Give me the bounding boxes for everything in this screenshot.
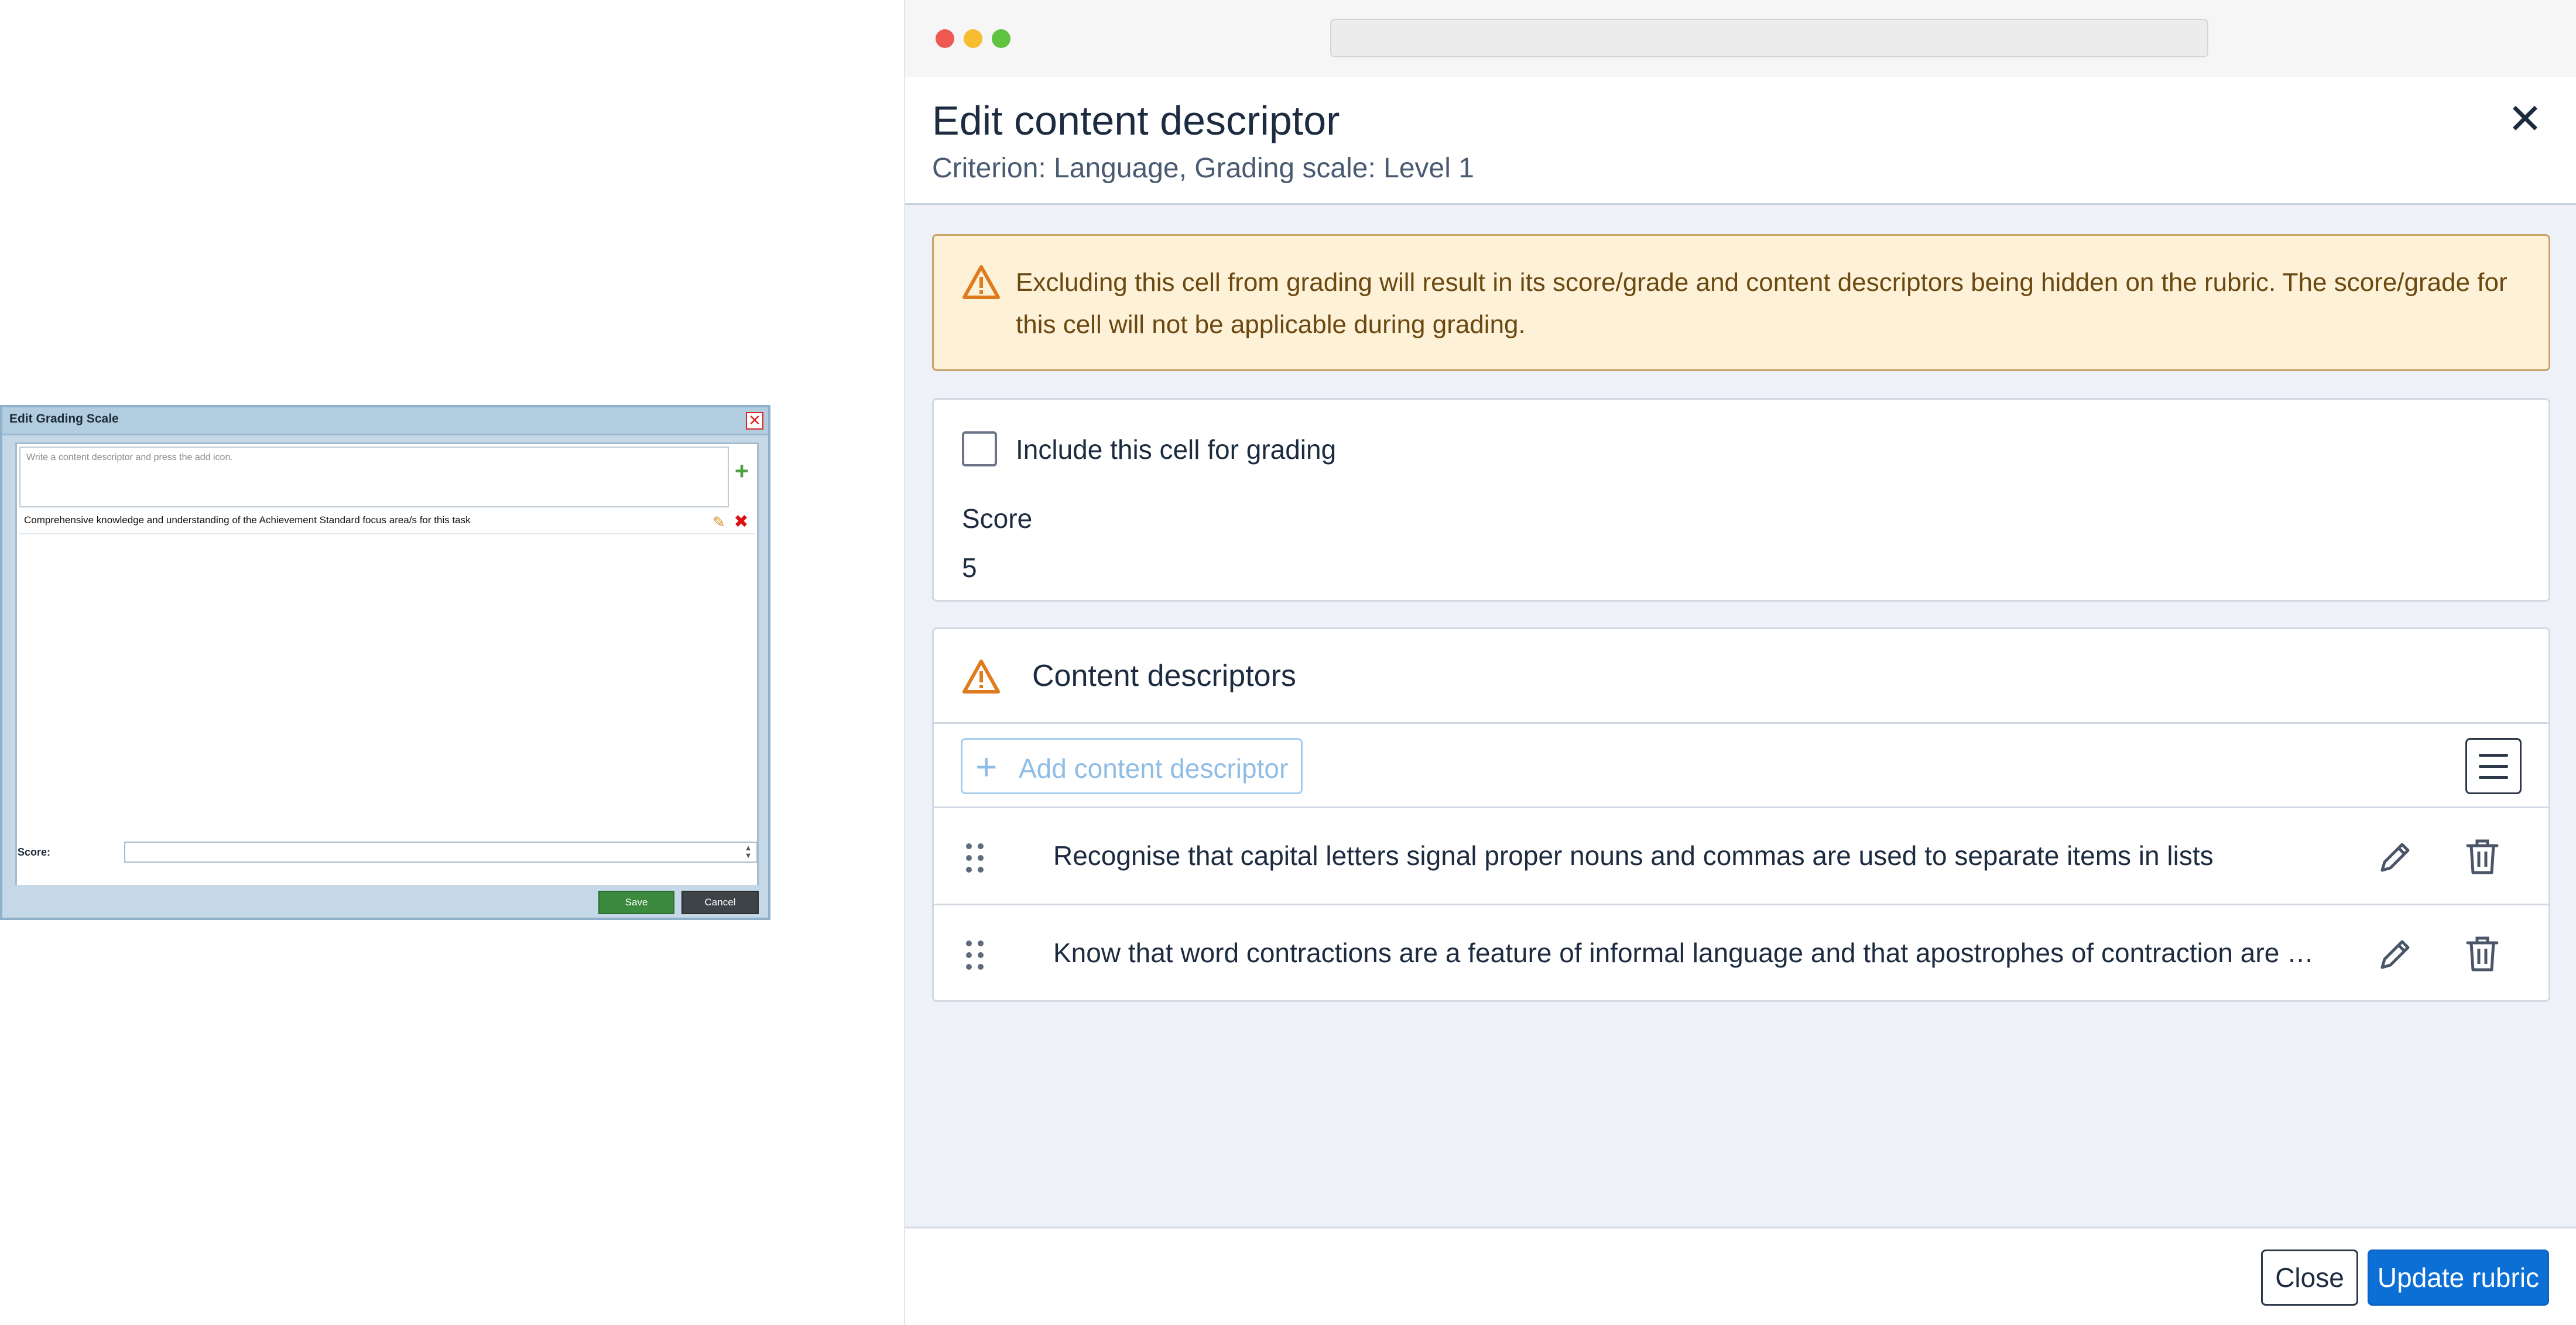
legacy-descriptor-input[interactable]: Write a content descriptor and press the… — [19, 447, 729, 507]
score-label: Score — [962, 503, 1033, 534]
descriptor-row: Know that word contractions are a featur… — [934, 905, 2548, 1003]
hamburger-icon — [2479, 765, 2508, 768]
modal-title: Edit content descriptor — [932, 98, 1340, 143]
hamburger-icon — [2479, 776, 2508, 779]
drag-handle-icon[interactable] — [964, 842, 985, 874]
include-grading-label[interactable]: Include this cell for grading — [1016, 434, 1336, 465]
hamburger-icon — [2479, 754, 2508, 757]
modal-footer: Close Update rubric — [905, 1227, 2576, 1325]
update-rubric-button[interactable]: Update rubric — [2368, 1250, 2549, 1306]
trash-icon[interactable] — [2464, 935, 2500, 973]
legacy-delete-icon[interactable]: ✖ — [732, 513, 750, 531]
legacy-spinner-down-icon[interactable]: ▼ — [741, 852, 755, 859]
close-button[interactable]: Close — [2261, 1250, 2358, 1306]
edit-pencil-icon[interactable] — [2378, 839, 2414, 875]
modal-header: Edit content descriptor Criterion: Langu… — [905, 77, 2576, 205]
legacy-score-label: Score: — [18, 846, 51, 858]
content-descriptors-header: Content descriptors — [934, 629, 2548, 724]
legacy-edit-grading-scale-dialog: Edit Grading Scale ✕ Write a content des… — [0, 405, 770, 920]
warning-triangle-icon — [962, 660, 1000, 694]
window-close-dot-icon[interactable] — [936, 29, 954, 48]
descriptors-toolbar: + Add content descriptor — [934, 724, 2548, 808]
legacy-save-button[interactable]: Save — [598, 891, 674, 914]
warning-alert-text: Excluding this cell from grading will re… — [1016, 268, 2508, 339]
legacy-close-icon[interactable]: ✕ — [746, 412, 763, 430]
add-content-descriptor-label: Add content descriptor — [1019, 753, 1289, 784]
close-icon[interactable]: ✕ — [2505, 98, 2546, 140]
browser-window: Edit content descriptor Criterion: Langu… — [904, 0, 2576, 1325]
legacy-add-icon[interactable]: + — [730, 459, 753, 483]
window-minimize-dot-icon[interactable] — [964, 29, 982, 48]
grading-card: Include this cell for grading Score 5 — [932, 398, 2550, 602]
legacy-edit-pencil-icon[interactable]: ✎ — [710, 513, 728, 531]
address-bar[interactable] — [1330, 19, 2208, 57]
trash-icon[interactable] — [2464, 837, 2500, 876]
legacy-score-spinner[interactable]: ▲ ▼ — [741, 844, 755, 860]
window-maximize-dot-icon[interactable] — [992, 29, 1010, 48]
drag-handle-icon[interactable] — [964, 939, 985, 971]
content-descriptors-title: Content descriptors — [1032, 659, 1296, 693]
legacy-dialog-footer: Save Cancel — [2, 885, 768, 918]
descriptor-text: Know that word contractions are a featur… — [1053, 938, 2318, 968]
legacy-dialog-body: Write a content descriptor and press the… — [15, 442, 759, 893]
include-grading-checkbox[interactable] — [962, 431, 997, 466]
content-descriptors-card: Content descriptors + Add content descri… — [932, 627, 2550, 1002]
legacy-descriptor-row: Comprehensive knowledge and understandin… — [19, 511, 755, 534]
descriptor-text: Recognise that capital letters signal pr… — [1053, 840, 2214, 871]
legacy-cancel-button[interactable]: Cancel — [681, 891, 759, 914]
modal-subtitle: Criterion: Language, Grading scale: Leve… — [932, 153, 1474, 184]
score-value: 5 — [962, 552, 977, 583]
add-content-descriptor-button[interactable]: + Add content descriptor — [961, 738, 1303, 794]
legacy-dialog-titlebar: Edit Grading Scale ✕ — [2, 407, 768, 435]
descriptor-row: Recognise that capital letters signal pr… — [934, 808, 2548, 905]
legacy-dialog-title: Edit Grading Scale — [9, 412, 119, 425]
menu-button[interactable] — [2465, 738, 2522, 794]
warning-triangle-icon — [962, 265, 1000, 299]
legacy-descriptor-text: Comprehensive knowledge and understandin… — [24, 514, 471, 526]
plus-icon: + — [975, 746, 998, 788]
warning-alert: Excluding this cell from grading will re… — [932, 234, 2550, 371]
edit-pencil-icon[interactable] — [2378, 936, 2414, 972]
browser-toolbar — [905, 0, 2576, 77]
legacy-score-input[interactable]: ▲ ▼ — [124, 842, 758, 863]
